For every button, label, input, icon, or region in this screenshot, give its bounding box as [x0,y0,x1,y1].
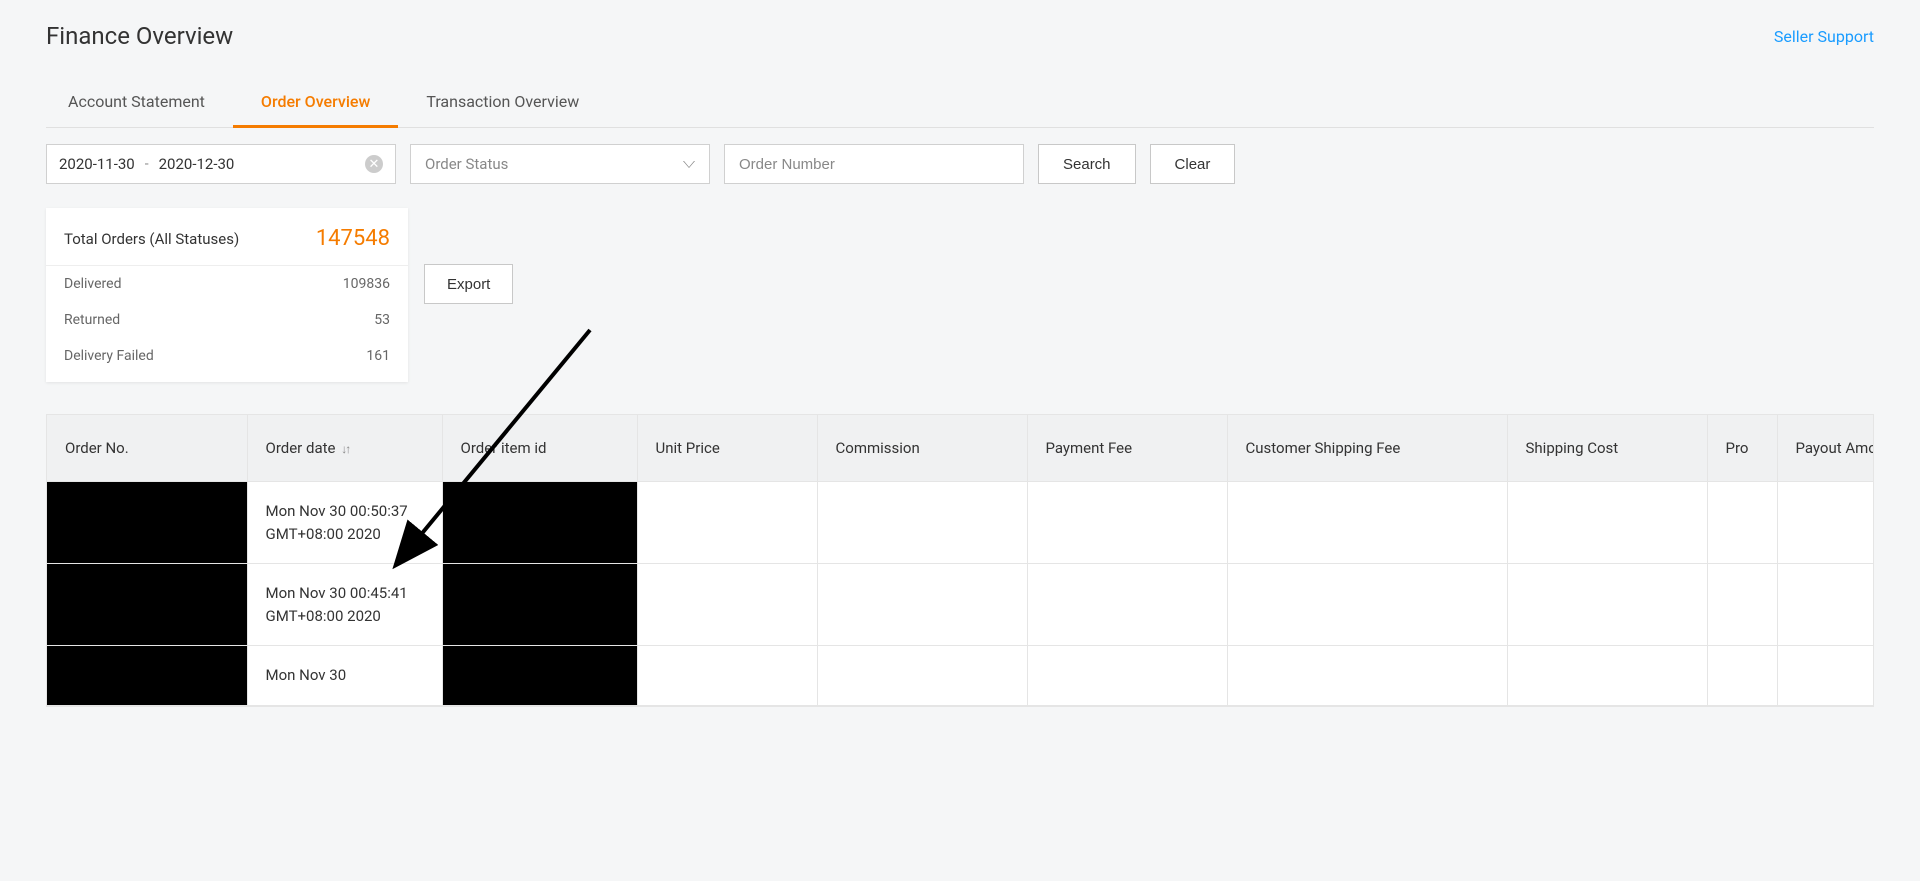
order-status-select[interactable]: Order Status [410,144,710,184]
cell-unit-price [637,646,817,706]
date-range-picker[interactable]: 2020-11-30 - 2020-12-30 ✕ [46,144,396,184]
cell-promo [1707,482,1777,564]
cell-payment-fee [1027,564,1227,646]
cell-order-item-id-redacted [442,482,637,564]
cell-unit-price [637,482,817,564]
cell-payout-amount [1777,482,1874,564]
sort-icon: ↓↑ [341,442,349,456]
cell-promo [1707,564,1777,646]
search-button[interactable]: Search [1038,144,1136,184]
cell-order-date: Mon Nov 30 00:45:41 GMT+08:00 2020 [247,564,442,646]
cell-order-date: Mon Nov 30 00:50:37 GMT+08:00 2020 [247,482,442,564]
stat-returned-label: Returned [64,312,120,328]
clear-button[interactable]: Clear [1150,144,1236,184]
stat-delivered-label: Delivered [64,276,121,292]
cell-customer-shipping-fee [1227,646,1507,706]
table-row: Mon Nov 30 [47,646,1874,706]
th-unit-price[interactable]: Unit Price [637,415,817,482]
date-dash: - [145,156,149,172]
cell-payment-fee [1027,646,1227,706]
tab-transaction-overview[interactable]: Transaction Overview [398,78,607,128]
order-number-input[interactable] [724,144,1024,184]
cell-payment-fee [1027,482,1227,564]
date-from: 2020-11-30 [59,155,135,173]
th-commission[interactable]: Commission [817,415,1027,482]
seller-support-link[interactable]: Seller Support [1774,27,1874,46]
page-title: Finance Overview [46,22,233,50]
stat-delivery-failed-value: 161 [366,348,390,364]
cell-commission [817,482,1027,564]
cell-payout-amount [1777,564,1874,646]
cell-order-no-redacted [47,482,247,564]
cell-order-no-redacted [47,646,247,706]
chevron-down-icon [683,161,695,168]
total-orders-value: 147548 [316,226,390,251]
tabs: Account Statement Order Overview Transac… [46,78,1874,128]
stat-delivered-value: 109836 [343,276,390,292]
cell-order-no-redacted [47,564,247,646]
cell-shipping-cost [1507,646,1707,706]
date-to: 2020-12-30 [159,155,235,173]
orders-table: Order No. Order date ↓↑ Order item id Un… [46,414,1874,707]
cell-customer-shipping-fee [1227,482,1507,564]
tab-order-overview[interactable]: Order Overview [233,78,398,128]
th-payment-fee[interactable]: Payment Fee [1027,415,1227,482]
th-shipping-cost[interactable]: Shipping Cost [1507,415,1707,482]
table-row: Mon Nov 30 00:45:41 GMT+08:00 2020 [47,564,1874,646]
clear-date-icon[interactable]: ✕ [365,155,383,173]
cell-commission [817,646,1027,706]
stat-returned-value: 53 [374,312,390,328]
cell-order-item-id-redacted [442,564,637,646]
cell-shipping-cost [1507,564,1707,646]
cell-order-item-id-redacted [442,646,637,706]
cell-order-date: Mon Nov 30 [247,646,442,706]
th-order-no[interactable]: Order No. [47,415,247,482]
cell-promo [1707,646,1777,706]
th-payout-amount[interactable]: Payout Amount [1777,415,1874,482]
th-order-date-label: Order date [266,439,336,457]
cell-commission [817,564,1027,646]
th-customer-shipping-fee[interactable]: Customer Shipping Fee [1227,415,1507,482]
th-order-date[interactable]: Order date ↓↑ [247,415,442,482]
th-promo[interactable]: Pro [1707,415,1777,482]
stat-delivery-failed-label: Delivery Failed [64,348,154,364]
cell-customer-shipping-fee [1227,564,1507,646]
tab-account-statement[interactable]: Account Statement [46,78,233,128]
cell-shipping-cost [1507,482,1707,564]
export-button[interactable]: Export [424,264,513,304]
order-status-placeholder: Order Status [425,155,508,173]
table-row: Mon Nov 30 00:50:37 GMT+08:00 2020 [47,482,1874,564]
stats-card: Total Orders (All Statuses) 147548 Deliv… [46,208,408,382]
cell-payout-amount [1777,646,1874,706]
total-orders-label: Total Orders (All Statuses) [64,230,239,248]
th-order-item-id[interactable]: Order item id [442,415,637,482]
cell-unit-price [637,564,817,646]
